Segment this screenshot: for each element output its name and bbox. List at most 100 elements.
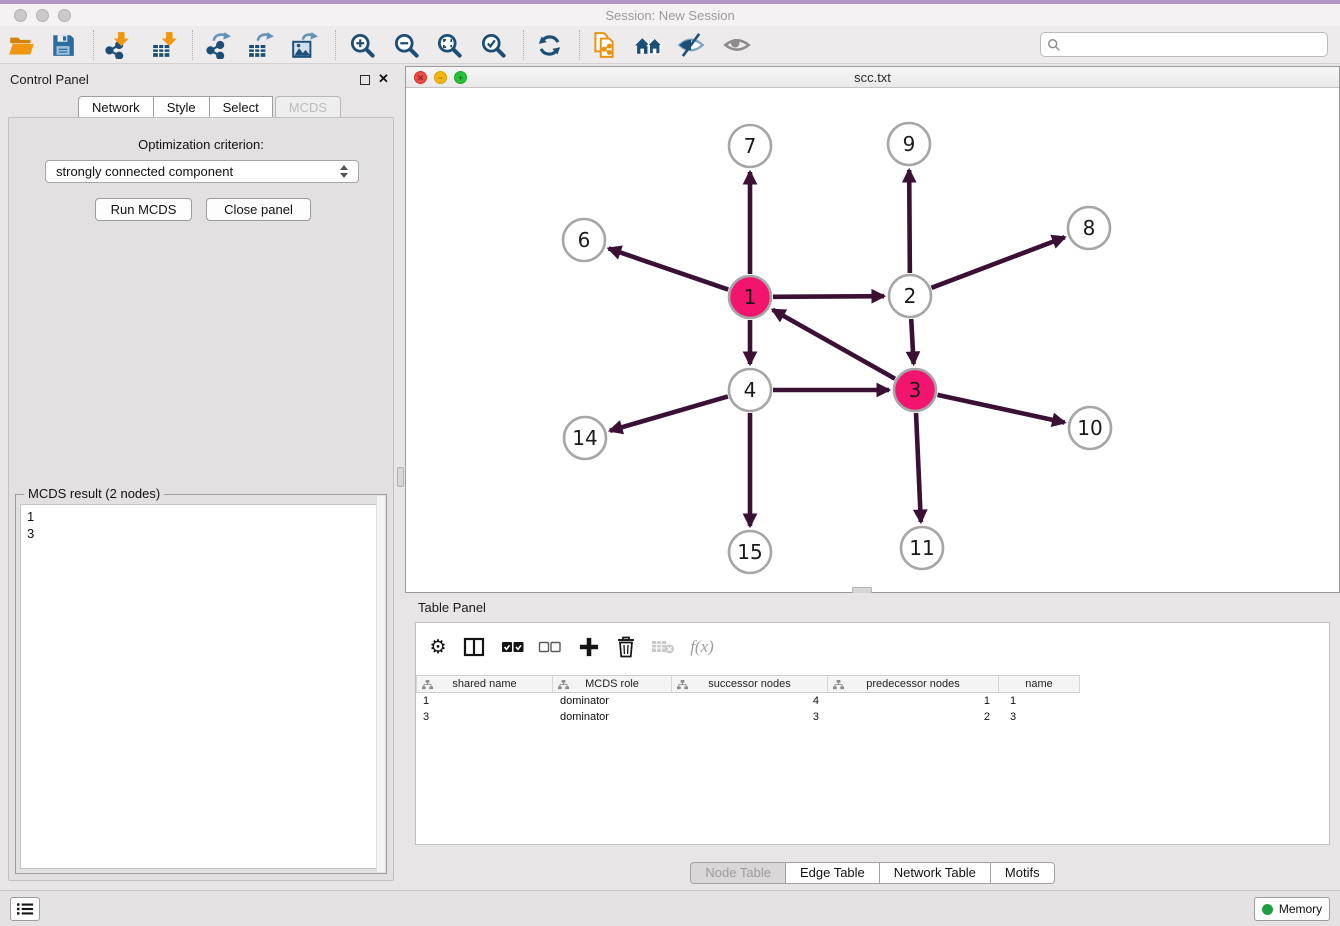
delete-table-icon — [651, 638, 675, 656]
memory-button[interactable]: Memory — [1254, 897, 1330, 921]
cell-predecessor-nodes[interactable]: 1 — [828, 693, 999, 709]
duplicate-network-icon — [590, 31, 618, 59]
tab-network[interactable]: Network — [78, 96, 154, 118]
graph-edge-3-11[interactable] — [916, 413, 921, 522]
home-button[interactable] — [631, 28, 665, 62]
column-type-icon — [677, 680, 688, 691]
birdseye-view-button[interactable] — [720, 28, 754, 62]
cell-mcds-role[interactable]: dominator — [553, 693, 672, 709]
cell-name[interactable]: 3 — [999, 709, 1080, 725]
graph-node-label-15: 15 — [737, 540, 762, 564]
run-mcds-button[interactable]: Run MCDS — [95, 198, 192, 221]
vertical-splitter-handle[interactable] — [397, 467, 404, 487]
memory-status-icon — [1262, 904, 1273, 915]
graph-edge-1-2[interactable] — [773, 296, 884, 297]
graph-edge-2-8[interactable] — [932, 237, 1065, 288]
zoom-fit-button[interactable] — [432, 28, 466, 62]
graph-edge-4-14[interactable] — [610, 396, 728, 430]
tab-network-table[interactable]: Network Table — [880, 862, 991, 884]
table-toolbar: ⚙ — [416, 623, 1329, 669]
refresh-button[interactable] — [532, 28, 566, 62]
column-header-successor-nodes[interactable]: successor nodes — [672, 675, 828, 693]
tab-motifs[interactable]: Motifs — [991, 862, 1055, 884]
save-session-button[interactable] — [46, 28, 80, 62]
network-window-titlebar[interactable]: ✕ − + scc.txt — [406, 67, 1339, 88]
toolbar-separator — [335, 30, 336, 60]
table-row[interactable]: 1 dominator 4 1 1 — [416, 693, 1329, 709]
open-session-button[interactable] — [4, 28, 38, 62]
cell-predecessor-nodes[interactable]: 2 — [828, 709, 999, 725]
delete-table-button[interactable] — [649, 633, 677, 661]
trash-icon — [616, 636, 636, 658]
function-builder-button[interactable]: f(x) — [688, 633, 716, 661]
cell-successor-nodes[interactable]: 4 — [672, 693, 828, 709]
tab-edge-table[interactable]: Edge Table — [786, 862, 880, 884]
mcds-result-text[interactable]: 1 3 — [20, 504, 382, 869]
cell-shared-name[interactable]: 1 — [416, 693, 553, 709]
graph-node-label-2: 2 — [904, 284, 917, 308]
import-table-button[interactable] — [148, 28, 182, 62]
show-graphics-details-button[interactable] — [674, 28, 708, 62]
zoom-in-icon — [349, 32, 376, 59]
graph-edge-3-1[interactable] — [773, 310, 895, 379]
graph-edge-3-10[interactable] — [937, 395, 1064, 423]
column-header-shared-name[interactable]: shared name — [416, 675, 553, 693]
show-column-panel-button[interactable] — [460, 633, 488, 661]
create-column-button[interactable] — [575, 633, 603, 661]
show-task-history-button[interactable] — [10, 897, 40, 921]
control-panel-tabs: Network Style Select MCDS — [78, 96, 341, 118]
zoom-out-button[interactable] — [389, 28, 423, 62]
tab-node-table[interactable]: Node Table — [690, 862, 786, 884]
duplicate-network-button[interactable] — [587, 28, 621, 62]
graph-node-label-11: 11 — [909, 536, 934, 560]
network-view-window: ✕ − + scc.txt 1234678910111415 — [405, 66, 1340, 593]
zoom-selected-button[interactable] — [476, 28, 510, 62]
column-header-predecessor-nodes[interactable]: predecessor nodes — [828, 675, 999, 693]
column-header-name[interactable]: name — [999, 675, 1080, 693]
export-network-button[interactable] — [201, 28, 235, 62]
control-panel-title: Control Panel — [10, 72, 89, 87]
cell-shared-name[interactable]: 3 — [416, 709, 553, 725]
export-network-icon — [204, 31, 232, 59]
result-scrollbar[interactable] — [376, 496, 385, 872]
export-image-button[interactable] — [288, 28, 322, 62]
plus-icon — [579, 637, 599, 657]
select-all-columns-button[interactable] — [498, 633, 526, 661]
open-folder-icon — [8, 32, 35, 59]
float-panel-icon[interactable] — [360, 75, 370, 85]
export-table-button[interactable] — [244, 28, 278, 62]
close-panel-button[interactable]: Close panel — [206, 198, 311, 221]
search-input[interactable] — [1061, 35, 1327, 55]
export-table-icon — [247, 31, 275, 59]
search-icon — [1047, 38, 1061, 52]
network-graph[interactable]: 1234678910111415 — [406, 88, 1339, 592]
graph-node-label-4: 4 — [744, 378, 757, 402]
table-row[interactable]: 3 dominator 3 2 3 — [416, 709, 1329, 725]
home-icon — [634, 31, 663, 60]
tab-mcds[interactable]: MCDS — [275, 96, 341, 118]
graph-edge-2-9[interactable] — [909, 170, 910, 273]
tab-style[interactable]: Style — [154, 96, 210, 118]
graph-node-label-7: 7 — [744, 134, 757, 158]
unselect-all-columns-button[interactable] — [535, 633, 563, 661]
search-field[interactable] — [1040, 32, 1328, 57]
cell-name[interactable]: 1 — [999, 693, 1080, 709]
window-title: Session: New Session — [0, 8, 1340, 23]
tab-select[interactable]: Select — [210, 96, 273, 118]
cell-mcds-role[interactable]: dominator — [553, 709, 672, 725]
zoom-in-button[interactable] — [345, 28, 379, 62]
column-header-mcds-role[interactable]: MCDS role — [553, 675, 672, 693]
graph-edge-1-6[interactable] — [609, 248, 729, 289]
application-window: Session: New Session — [0, 0, 1340, 926]
node-table: shared name MCDS role — [416, 675, 1329, 725]
optimization-criterion-select[interactable]: strongly connected component — [45, 160, 359, 183]
table-content-box: ⚙ — [415, 622, 1330, 845]
graph-node-label-8: 8 — [1083, 216, 1096, 240]
delete-column-button[interactable] — [612, 633, 640, 661]
cell-successor-nodes[interactable]: 3 — [672, 709, 828, 725]
close-panel-icon[interactable]: ✕ — [378, 71, 389, 87]
table-settings-button[interactable]: ⚙ — [424, 633, 452, 661]
hide-graphics-icon — [677, 31, 705, 59]
graph-edge-2-3[interactable] — [911, 319, 913, 364]
import-network-button[interactable] — [100, 28, 134, 62]
